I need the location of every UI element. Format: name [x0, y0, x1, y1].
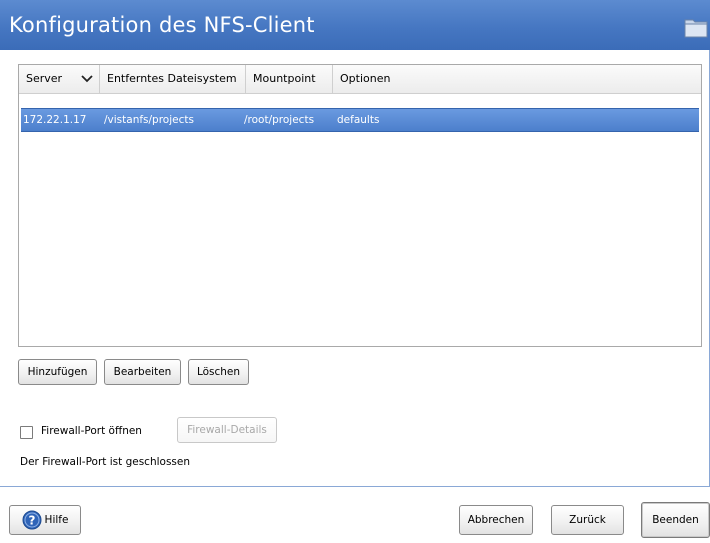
help-button[interactable]: ? Hilfe [9, 505, 81, 535]
cell-remote-fs: /vistanfs/projects [104, 114, 194, 126]
nfs-mount-table[interactable]: Server Entferntes Dateisystem Mountpoint… [18, 64, 702, 347]
firewall-port-checkbox[interactable] [20, 426, 33, 439]
cell-options: defaults [337, 114, 380, 126]
cell-mountpoint: /root/projects [244, 114, 315, 126]
add-button[interactable]: Hinzufügen [18, 359, 97, 385]
main-content: Server Entferntes Dateisystem Mountpoint… [0, 50, 710, 487]
svg-text:?: ? [28, 514, 35, 528]
firewall-details-button[interactable]: Firewall-Details [177, 417, 277, 443]
column-header-server[interactable]: Server [19, 65, 100, 93]
firewall-status-text: Der Firewall-Port ist geschlossen [20, 456, 190, 468]
column-header-remote-fs[interactable]: Entferntes Dateisystem [100, 65, 246, 93]
back-button[interactable]: Zurück [551, 505, 624, 535]
column-header-label: Server [26, 72, 63, 85]
table-header: Server Entferntes Dateisystem Mountpoint… [19, 65, 701, 94]
cancel-button[interactable]: Abbrechen [459, 505, 533, 535]
finish-button[interactable]: Beenden [641, 502, 710, 538]
window-title: Konfiguration des NFS-Client [9, 13, 315, 37]
edit-button[interactable]: Bearbeiten [104, 359, 181, 385]
cell-server: 172.22.1.17 [23, 114, 87, 126]
folder-icon [684, 19, 708, 38]
delete-button[interactable]: Löschen [188, 359, 249, 385]
table-row[interactable]: 172.22.1.17 /vistanfs/projects /root/pro… [21, 108, 699, 132]
column-header-options[interactable]: Optionen [333, 65, 699, 93]
chevron-down-icon [81, 75, 93, 83]
help-button-label: Hilfe [44, 514, 69, 526]
column-header-mountpoint[interactable]: Mountpoint [246, 65, 333, 93]
firewall-port-label[interactable]: Firewall-Port öffnen [41, 425, 142, 437]
title-bar: Konfiguration des NFS-Client [0, 0, 710, 50]
help-icon: ? [22, 510, 42, 530]
